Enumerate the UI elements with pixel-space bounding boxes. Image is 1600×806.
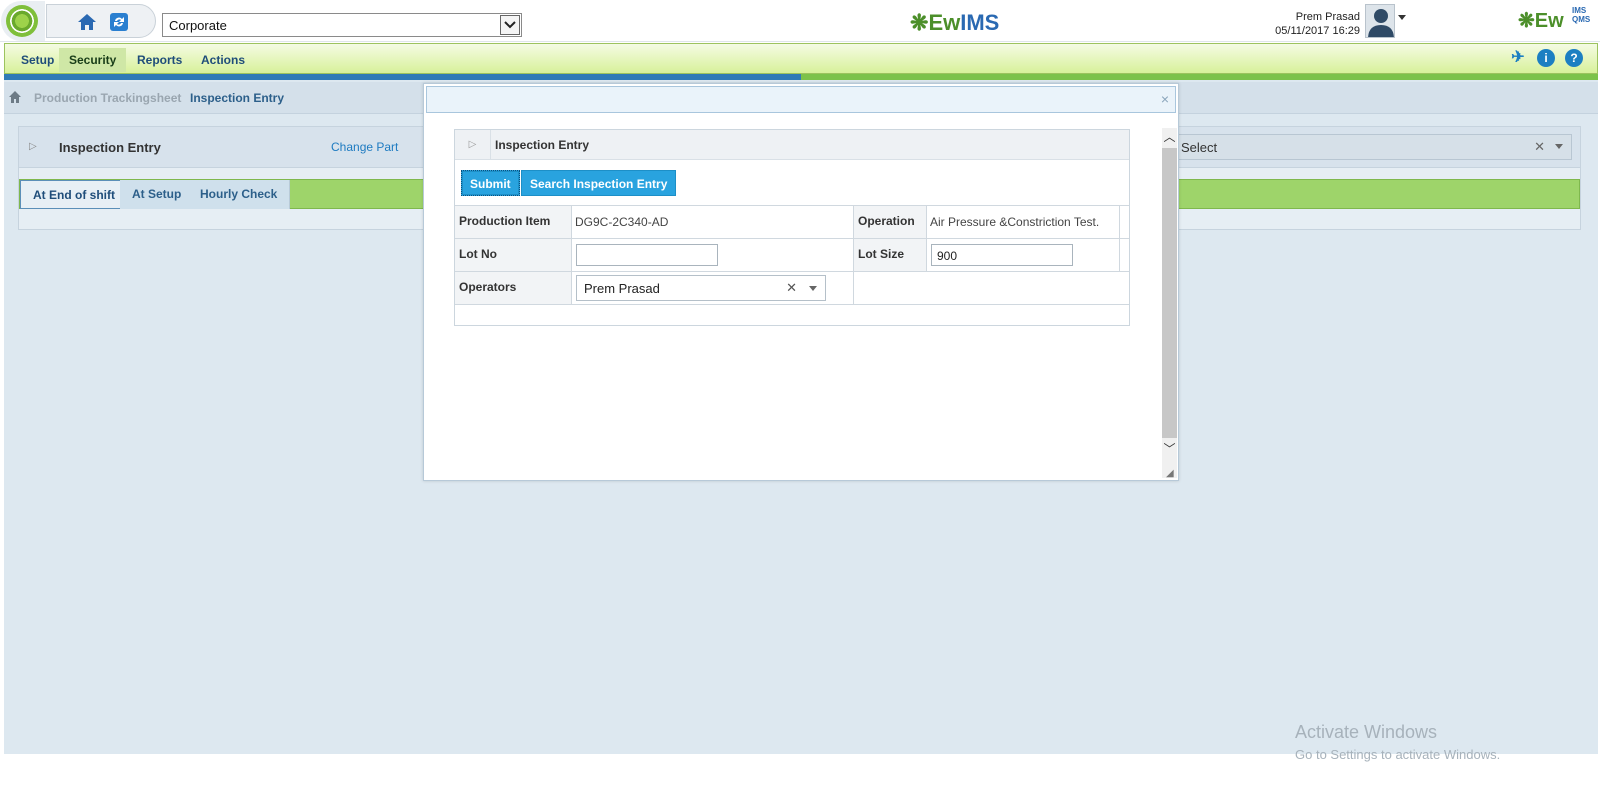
change-part-link[interactable]: Change Part [331, 140, 398, 154]
info-icon[interactable]: i [1537, 49, 1555, 67]
home-icon[interactable] [77, 12, 97, 32]
clear-icon[interactable]: ✕ [786, 280, 797, 296]
flower-icon: ❋ [1518, 10, 1535, 32]
form-toggle-icon[interactable]: ▷ [455, 130, 491, 160]
user-silhouette-icon [1368, 9, 1394, 37]
ewqms-logo: ❋Ew IMS QMS [1518, 6, 1591, 32]
lot-size-input[interactable]: 900 [931, 244, 1073, 266]
menu-tools: ✈ i? [1499, 49, 1583, 67]
search-inspection-entry-button[interactable]: Search Inspection Entry [521, 170, 677, 196]
operation-label: Operation [854, 206, 927, 238]
scroll-thumb[interactable] [1162, 148, 1177, 438]
organization-select[interactable]: Corporate [162, 13, 522, 37]
tab-hourly-check[interactable]: Hourly Check [188, 180, 291, 209]
windows-activation-watermark: Activate Windows Go to Settings to activ… [1295, 722, 1501, 762]
scroll-up-icon[interactable]: ︿ [1162, 128, 1177, 146]
quick-nav [46, 4, 156, 38]
form-row: Lot No Lot Size 900 [455, 238, 1129, 271]
resize-handle-icon[interactable]: ◢ [1166, 468, 1176, 479]
menu-reports[interactable]: Reports [127, 48, 192, 72]
dialog-titlebar: × [426, 86, 1176, 113]
current-datetime: 05/11/2017 16:29 [1275, 25, 1360, 37]
operators-select-value: Prem Prasad [584, 281, 660, 296]
form-title: Inspection Entry [495, 138, 590, 152]
sun-logo-icon [6, 5, 38, 37]
production-item-label: Production Item [455, 206, 572, 238]
part-select-value: Select [1181, 140, 1218, 155]
menu-actions[interactable]: Actions [191, 48, 255, 72]
clear-icon[interactable]: ✕ [1534, 139, 1545, 155]
refresh-icon[interactable] [109, 12, 129, 32]
form-row: Operators Prem Prasad ✕ [455, 271, 1129, 305]
inspection-entry-dialog: × ▷ Inspection Entry Submit Search Inspe… [423, 83, 1179, 481]
ewims-logo: ❋EwIMS [910, 10, 1000, 35]
chevron-down-icon[interactable] [500, 15, 520, 35]
breadcrumb-home-icon[interactable] [8, 90, 22, 104]
operation-value: Air Pressure &Constriction Test. [927, 206, 1120, 238]
dropdown-caret-icon[interactable] [1555, 144, 1563, 149]
form-row: Production Item DG9C-2C340-AD Operation … [455, 205, 1129, 238]
production-item-value: DG9C-2C340-AD [572, 206, 854, 238]
breadcrumb-inspection-entry[interactable]: Inspection Entry [190, 91, 284, 105]
operators-select[interactable]: Prem Prasad ✕ [576, 275, 826, 301]
submit-button[interactable]: Submit [461, 170, 520, 196]
pin-icon[interactable]: ✈ [1509, 49, 1527, 67]
user-name: Prem Prasad [1295, 11, 1360, 23]
menu-security[interactable]: Security [59, 48, 127, 72]
menu-setup[interactable]: Setup [11, 48, 64, 72]
operators-label: Operators [455, 272, 572, 304]
organization-select-value: Corporate [169, 18, 227, 33]
lot-size-label: Lot Size [854, 239, 927, 271]
avatar[interactable] [1365, 4, 1395, 38]
breadcrumb-production-trackingsheet[interactable]: Production Trackingsheet [34, 91, 181, 105]
lot-no-label: Lot No [455, 239, 572, 271]
part-select[interactable]: Select ✕ [1174, 134, 1572, 160]
help-icon[interactable]: ? [1565, 49, 1583, 67]
flower-icon: ❋ [910, 10, 929, 35]
scroll-down-icon[interactable]: ﹀ [1162, 440, 1177, 458]
user-menu-caret-icon[interactable] [1398, 15, 1406, 20]
tab-at-end-of-shift[interactable]: At End of shift [20, 180, 128, 209]
close-icon[interactable]: × [1161, 91, 1169, 107]
panel-toggle-icon[interactable]: ▷ [29, 141, 37, 152]
dialog-scrollbar[interactable]: ︿ ﹀ [1162, 128, 1177, 478]
dropdown-caret-icon[interactable] [809, 286, 817, 291]
inspection-form: ▷ Inspection Entry Submit Search Inspect… [454, 129, 1130, 326]
main-menu: Setup Security Reports Actions ✈ i? [4, 43, 1598, 74]
form-header: ▷ Inspection Entry [455, 130, 1129, 160]
app-logo[interactable] [1, 1, 45, 41]
tab-at-setup[interactable]: At Setup [120, 180, 195, 209]
app-header: Corporate ❋EwIMS Prem Prasad 05/11/2017 … [0, 0, 1600, 42]
panel-title: Inspection Entry [59, 140, 161, 155]
lot-no-input[interactable] [576, 244, 718, 266]
user-info: Prem Prasad 05/11/2017 16:29 [1275, 10, 1360, 38]
